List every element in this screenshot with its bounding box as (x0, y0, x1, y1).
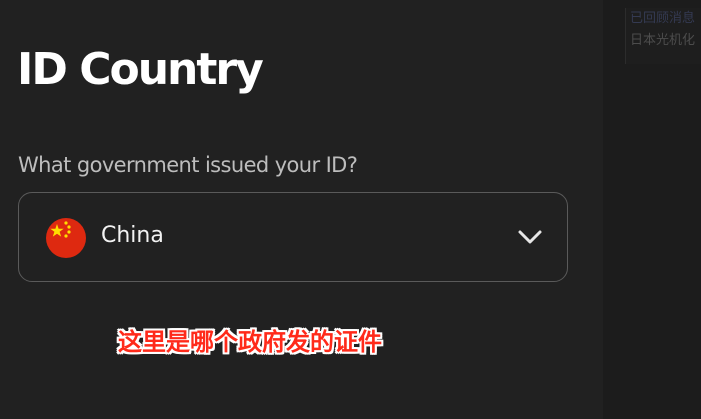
flag-small-star (67, 225, 71, 229)
page-title: ID Country (17, 44, 264, 95)
china-flag-icon (46, 218, 86, 258)
flag-small-star (67, 230, 71, 234)
question-label: What government issued your ID? (18, 153, 358, 177)
flag-small-star (64, 221, 68, 225)
subtitle-caption: 这里是哪个政府发的证件 (118, 328, 382, 356)
flag-small-star (64, 234, 68, 238)
selected-country: China (101, 223, 164, 248)
side-note-line-1: 已回顾消息 (630, 11, 696, 26)
side-note: 已回顾消息 日本光机化 (625, 8, 701, 64)
side-note-line-2: 日本光机化 (630, 33, 696, 48)
flag-large-star (50, 224, 64, 237)
country-select[interactable]: China (18, 192, 568, 282)
chevron-down-icon[interactable] (516, 227, 544, 247)
